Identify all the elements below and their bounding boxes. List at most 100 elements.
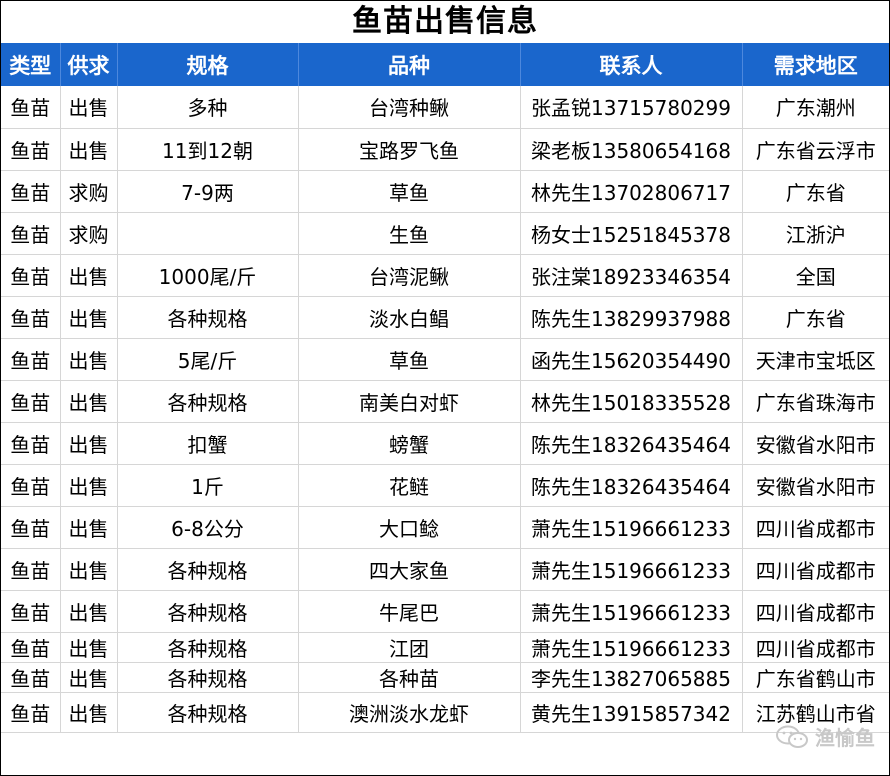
watermark-text: 渔愉鱼 bbox=[815, 726, 875, 750]
cell-spec: 6-8公分 bbox=[117, 506, 299, 549]
cell-supply-demand: 出售 bbox=[60, 548, 118, 591]
table-row: 鱼苗 出售 6-8公分 大口鲶 萧先生15196661233 四川省成都市 bbox=[1, 506, 889, 549]
cell-supply-demand: 出售 bbox=[60, 86, 118, 129]
cell-region: 广东省珠海市 bbox=[742, 380, 889, 423]
cell-contact: 梁老板13580654168 bbox=[520, 128, 743, 171]
cell-region: 四川省成都市 bbox=[742, 506, 889, 549]
cell-contact: 萧先生15196661233 bbox=[520, 632, 743, 663]
cell-region: 四川省成都市 bbox=[742, 548, 889, 591]
fish-fry-table: 类型 供求 规格 品种 联系人 需求地区 鱼苗 出售 多种 台湾种鳅 张孟锐137157… bbox=[1, 43, 889, 733]
cell-region: 江浙沪 bbox=[742, 212, 889, 255]
cell-contact: 黄先生13915857342 bbox=[520, 692, 743, 733]
cell-contact: 陈先生18326435464 bbox=[520, 464, 743, 507]
cell-supply-demand: 求购 bbox=[60, 170, 118, 213]
table-row: 鱼苗 出售 各种规格 牛尾巴 萧先生15196661233 四川省成都市 bbox=[1, 590, 889, 633]
cell-variety: 台湾泥鳅 bbox=[298, 254, 521, 297]
cell-variety: 螃蟹 bbox=[298, 422, 521, 465]
cell-variety: 大口鲶 bbox=[298, 506, 521, 549]
cell-type: 鱼苗 bbox=[1, 170, 61, 213]
table-row: 鱼苗 出售 各种规格 南美白对虾 林先生15018335528 广东省珠海市 bbox=[1, 380, 889, 423]
cell-spec: 7-9两 bbox=[117, 170, 299, 213]
cell-contact: 张孟锐13715780299 bbox=[520, 86, 743, 129]
cell-type: 鱼苗 bbox=[1, 662, 61, 693]
cell-spec: 各种规格 bbox=[117, 590, 299, 633]
cell-variety: 江团 bbox=[298, 632, 521, 663]
cell-type: 鱼苗 bbox=[1, 128, 61, 171]
cell-contact: 函先生15620354490 bbox=[520, 338, 743, 381]
cell-region: 广东省 bbox=[742, 170, 889, 213]
table-row: 鱼苗 出售 扣蟹 螃蟹 陈先生18326435464 安徽省水阳市 bbox=[1, 422, 889, 465]
cell-variety: 花鲢 bbox=[298, 464, 521, 507]
table-row: 鱼苗 出售 1斤 花鲢 陈先生18326435464 安徽省水阳市 bbox=[1, 464, 889, 507]
cell-region: 安徽省水阳市 bbox=[742, 464, 889, 507]
page-title: 鱼苗出售信息 bbox=[352, 4, 538, 39]
cell-contact: 陈先生18326435464 bbox=[520, 422, 743, 465]
cell-spec: 1000尾/斤 bbox=[117, 254, 299, 297]
cell-contact: 杨女士15251845378 bbox=[520, 212, 743, 255]
cell-variety: 四大家鱼 bbox=[298, 548, 521, 591]
cell-variety: 淡水白鲳 bbox=[298, 296, 521, 339]
cell-spec: 1斤 bbox=[117, 464, 299, 507]
cell-supply-demand: 出售 bbox=[60, 296, 118, 339]
cell-variety: 草鱼 bbox=[298, 170, 521, 213]
cell-supply-demand: 出售 bbox=[60, 590, 118, 633]
cell-spec: 各种规格 bbox=[117, 692, 299, 733]
cell-supply-demand: 出售 bbox=[60, 380, 118, 423]
cell-supply-demand: 出售 bbox=[60, 662, 118, 693]
table-row: 鱼苗 出售 1000尾/斤 台湾泥鳅 张注棠18923346354 全国 bbox=[1, 254, 889, 297]
header-region: 需求地区 bbox=[742, 43, 889, 86]
table-row: 鱼苗 出售 各种规格 淡水白鲳 陈先生13829937988 广东省 bbox=[1, 296, 889, 339]
cell-variety: 宝路罗飞鱼 bbox=[298, 128, 521, 171]
cell-variety: 南美白对虾 bbox=[298, 380, 521, 423]
header-variety: 品种 bbox=[298, 43, 521, 86]
cell-region: 安徽省水阳市 bbox=[742, 422, 889, 465]
cell-supply-demand: 出售 bbox=[60, 128, 118, 171]
watermark: 渔愉鱼 bbox=[775, 722, 875, 751]
cell-region: 广东省鹤山市 bbox=[742, 662, 889, 693]
cell-contact: 陈先生13829937988 bbox=[520, 296, 743, 339]
cell-spec: 各种规格 bbox=[117, 380, 299, 423]
cell-type: 鱼苗 bbox=[1, 692, 61, 733]
cell-supply-demand: 出售 bbox=[60, 254, 118, 297]
cell-type: 鱼苗 bbox=[1, 86, 61, 129]
cell-supply-demand: 出售 bbox=[60, 338, 118, 381]
cell-variety: 牛尾巴 bbox=[298, 590, 521, 633]
cell-type: 鱼苗 bbox=[1, 590, 61, 633]
table-row: 鱼苗 出售 各种规格 四大家鱼 萧先生15196661233 四川省成都市 bbox=[1, 548, 889, 591]
cell-type: 鱼苗 bbox=[1, 380, 61, 423]
header-type: 类型 bbox=[1, 43, 61, 86]
cell-contact: 萧先生15196661233 bbox=[520, 590, 743, 633]
header-spec: 规格 bbox=[117, 43, 299, 86]
cell-spec: 多种 bbox=[117, 86, 299, 129]
cell-type: 鱼苗 bbox=[1, 548, 61, 591]
cell-variety: 草鱼 bbox=[298, 338, 521, 381]
cell-variety: 生鱼 bbox=[298, 212, 521, 255]
cell-spec bbox=[117, 212, 299, 255]
cell-region: 全国 bbox=[742, 254, 889, 297]
cell-spec: 5尾/斤 bbox=[117, 338, 299, 381]
cell-type: 鱼苗 bbox=[1, 296, 61, 339]
header-contact: 联系人 bbox=[520, 43, 743, 86]
cell-type: 鱼苗 bbox=[1, 506, 61, 549]
cell-contact: 林先生13702806717 bbox=[520, 170, 743, 213]
cell-contact: 林先生15018335528 bbox=[520, 380, 743, 423]
cell-type: 鱼苗 bbox=[1, 632, 61, 663]
cell-region: 天津市宝坻区 bbox=[742, 338, 889, 381]
cell-type: 鱼苗 bbox=[1, 254, 61, 297]
table-row: 鱼苗 出售 多种 台湾种鳅 张孟锐13715780299 广东潮州 bbox=[1, 86, 889, 129]
cell-supply-demand: 出售 bbox=[60, 506, 118, 549]
cell-supply-demand: 出售 bbox=[60, 422, 118, 465]
cell-region: 广东省 bbox=[742, 296, 889, 339]
cell-variety: 台湾种鳅 bbox=[298, 86, 521, 129]
cell-spec: 11到12朝 bbox=[117, 128, 299, 171]
table-row: 鱼苗 出售 各种规格 江团 萧先生15196661233 四川省成都市 bbox=[1, 632, 889, 663]
header-supply-demand: 供求 bbox=[60, 43, 118, 86]
table-header-row: 类型 供求 规格 品种 联系人 需求地区 bbox=[1, 43, 889, 86]
cell-variety: 各种苗 bbox=[298, 662, 521, 693]
cell-variety: 澳洲淡水龙虾 bbox=[298, 692, 521, 733]
cell-region: 四川省成都市 bbox=[742, 632, 889, 663]
cell-spec: 各种规格 bbox=[117, 662, 299, 693]
cell-region: 广东省云浮市 bbox=[742, 128, 889, 171]
cell-region: 四川省成都市 bbox=[742, 590, 889, 633]
table-row: 鱼苗 出售 11到12朝 宝路罗飞鱼 梁老板13580654168 广东省云浮市 bbox=[1, 128, 889, 171]
